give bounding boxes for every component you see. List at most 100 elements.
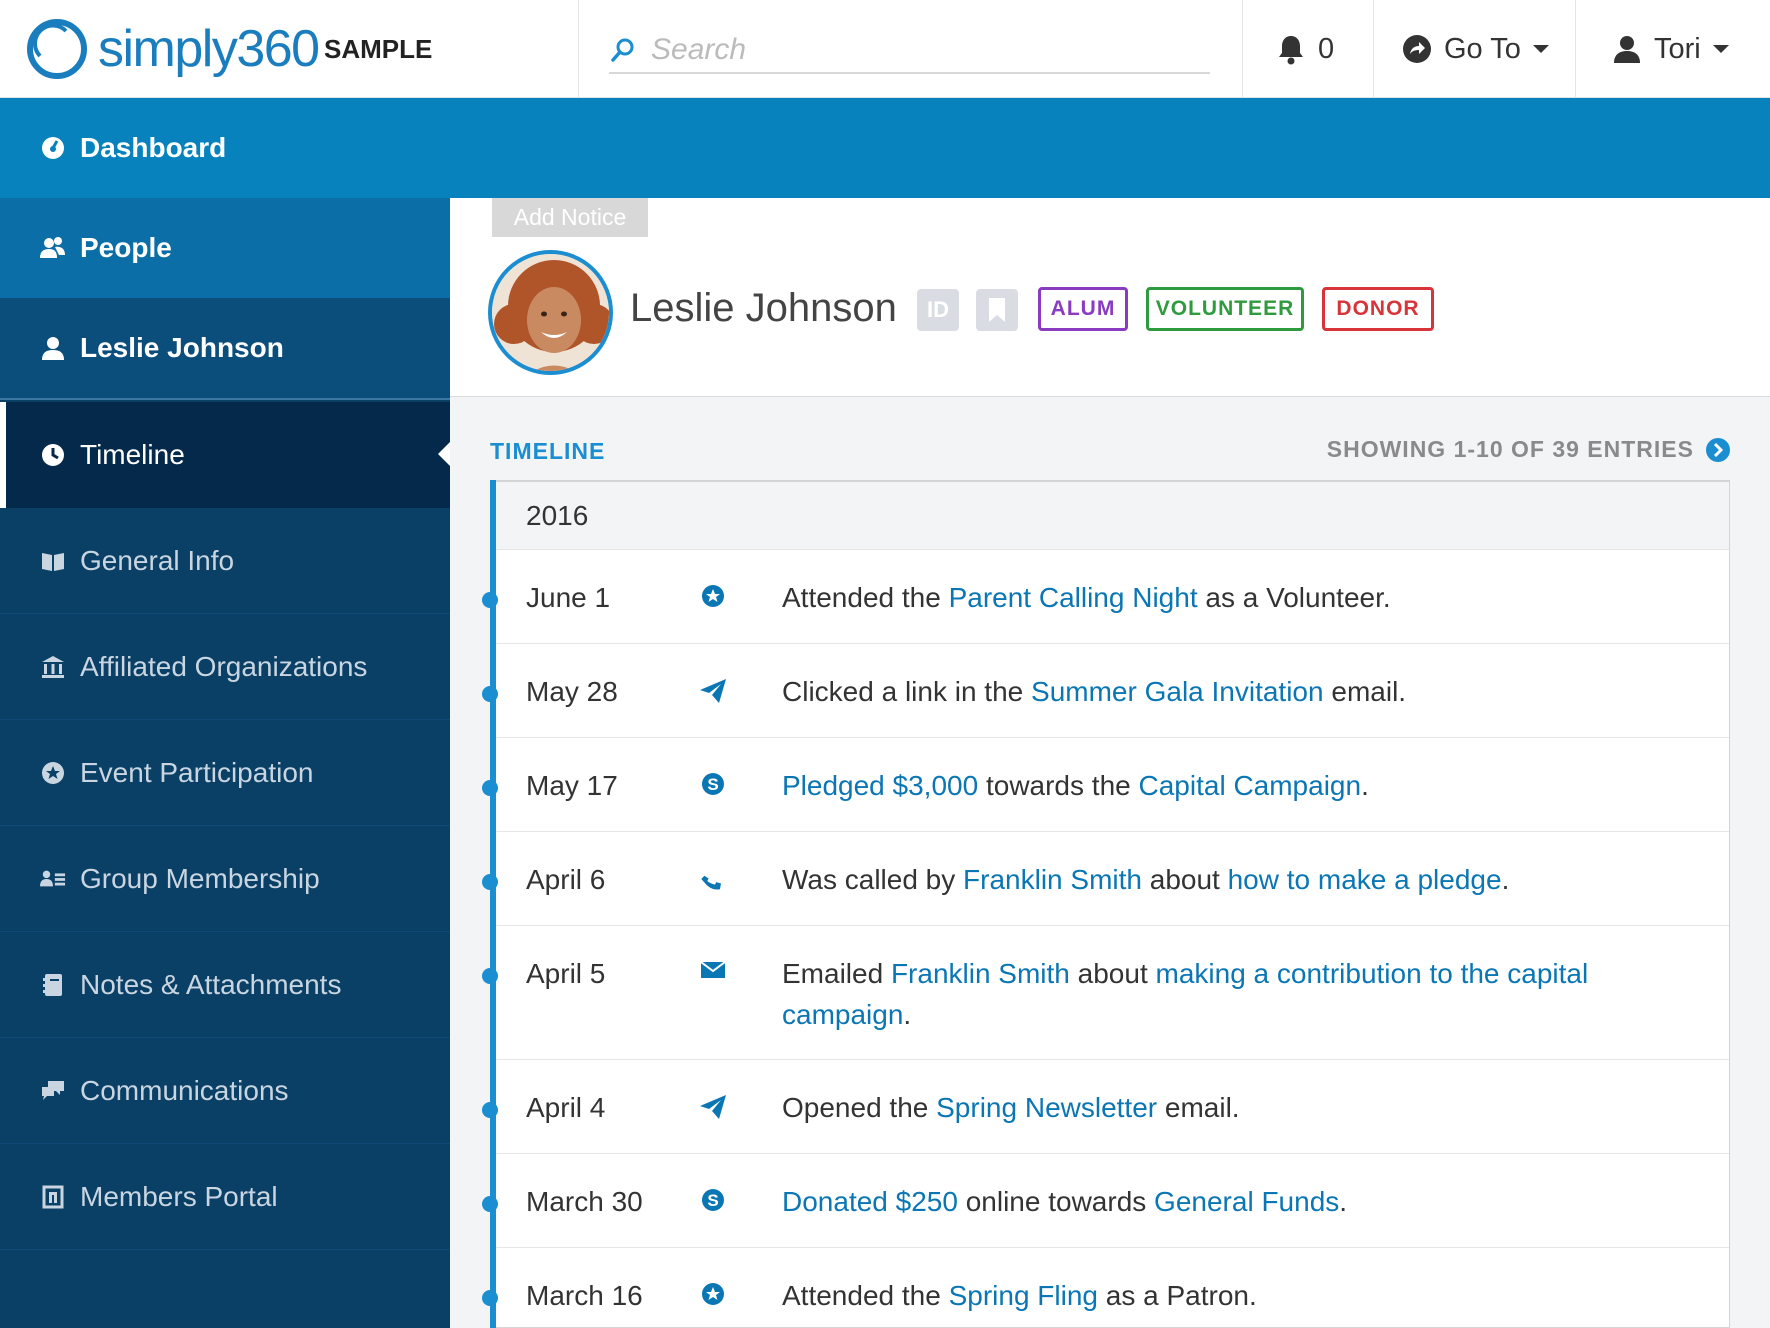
timeline-entry: May 17 S Pledged $3,000 towards the Capita… — [482, 738, 1729, 832]
nav-person[interactable]: Leslie Johnson — [0, 298, 450, 400]
top-bar: simply360 SAMPLE 0 Go To Tori — [0, 0, 1770, 98]
entry-link[interactable]: Pledged $3,000 — [782, 770, 978, 801]
chat-bubbles-icon — [42, 1080, 64, 1100]
group-list-icon — [40, 870, 66, 886]
entry-date: March 30 — [526, 1186, 643, 1217]
bell-icon — [1279, 36, 1303, 65]
nav-event-participation[interactable]: Event Participation — [0, 720, 450, 826]
envelope-icon — [698, 960, 728, 980]
nav-people[interactable]: People — [0, 198, 450, 298]
divider — [1575, 0, 1576, 98]
entry-link[interactable]: Parent Calling Night — [949, 582, 1198, 613]
entry-text: about — [1069, 958, 1156, 989]
entry-description: Clicked a link in the Summer Gala Invita… — [782, 671, 1662, 712]
entry-text: Attended the — [782, 582, 949, 613]
search-box — [609, 28, 1210, 74]
timeline-entry: April 5 Emailed Franklin Smith about maki… — [482, 926, 1729, 1060]
notifications-button[interactable]: 0 — [1276, 0, 1334, 98]
entry-link[interactable]: Spring Newsletter — [936, 1092, 1157, 1123]
nav-dashboard[interactable]: Dashboard — [0, 98, 450, 198]
entry-text: Emailed — [782, 958, 891, 989]
tag-volunteer[interactable]: VOLUNTEER — [1146, 287, 1304, 331]
entry-link[interactable]: General Funds — [1154, 1186, 1339, 1217]
entry-date: April 6 — [526, 864, 606, 895]
entry-text: online towards — [957, 1186, 1155, 1217]
tag-donor[interactable]: DONOR — [1322, 287, 1434, 331]
entry-description: Attended the Parent Calling Night as a V… — [782, 577, 1662, 618]
nav-timeline-label: Timeline — [80, 439, 185, 470]
svg-text:S: S — [707, 1191, 718, 1210]
dollar-icon: S — [698, 772, 728, 796]
entry-link[interactable]: Spring Fling — [949, 1280, 1098, 1311]
goto-menu[interactable]: Go To — [1402, 0, 1549, 98]
app-logo[interactable]: simply360 — [26, 17, 320, 81]
entry-text: Attended the — [782, 1280, 949, 1311]
timeline-entry: April 6 Was called by Franklin Smith abou… — [482, 832, 1729, 926]
tag-alum[interactable]: ALUM — [1038, 287, 1128, 331]
entry-link[interactable]: Franklin Smith — [963, 864, 1142, 895]
entry-description: Pledged $3,000 towards the Capital Campa… — [782, 765, 1662, 806]
notebook-icon — [43, 973, 62, 996]
id-card-icon[interactable]: ID — [917, 289, 959, 331]
nav-timeline[interactable]: Timeline — [0, 402, 450, 508]
nav-communications[interactable]: Communications — [0, 1038, 450, 1144]
next-page-icon[interactable] — [1706, 437, 1730, 462]
timeline-entry: March 16 Attended the Spring Fling as a P… — [482, 1248, 1729, 1328]
nav-list: General Info Affiliated Organizations Ev… — [0, 508, 450, 1250]
entry-text: Clicked a link in the — [782, 676, 1032, 707]
clock-icon — [42, 444, 64, 466]
person-name: Leslie Johnson — [630, 286, 897, 330]
nav-item-label: Notes & Attachments — [80, 968, 342, 1000]
timeline-entry: June 1 Attended the Parent Calling Night … — [482, 550, 1729, 644]
svg-text:S: S — [707, 775, 718, 794]
year-label: 2016 — [526, 499, 589, 531]
bookmark-icon[interactable] — [976, 289, 1018, 331]
paper-plane-icon — [698, 1094, 728, 1120]
entry-text: email. — [1157, 1092, 1240, 1123]
timeline-dot — [482, 780, 498, 796]
entry-description: Attended the Spring Fling as a Patron. — [782, 1275, 1662, 1316]
notifications-count: 0 — [1318, 32, 1335, 65]
entry-date: May 28 — [526, 676, 618, 707]
entry-date: June 1 — [526, 582, 611, 613]
entry-text: Was called by — [782, 864, 964, 895]
nav-general-info[interactable]: General Info — [0, 508, 450, 614]
divider — [1242, 0, 1243, 98]
timeline-entry: April 4 Opened the Spring Newsletter emai… — [482, 1060, 1729, 1154]
divider — [578, 0, 579, 98]
star-circle-icon — [42, 761, 64, 784]
entry-date: April 4 — [526, 1092, 606, 1123]
user-menu[interactable]: Tori — [1612, 0, 1729, 98]
entry-description: Donated $250 online towards General Fund… — [782, 1181, 1662, 1222]
nav-members-portal[interactable]: Members Portal — [0, 1144, 450, 1250]
nav-item-label: Communications — [80, 1074, 289, 1106]
entry-link[interactable]: Capital Campaign — [1139, 770, 1362, 801]
search-input[interactable] — [651, 33, 1191, 67]
entry-link[interactable]: Franklin Smith — [891, 958, 1070, 989]
nav-affiliated-organizations[interactable]: Affiliated Organizations — [0, 614, 450, 720]
avatar — [488, 250, 613, 375]
entry-description: Emailed Franklin Smith about making a co… — [782, 953, 1662, 1035]
entry-link[interactable]: how to make a pledge — [1228, 864, 1502, 895]
people-icon — [40, 237, 65, 258]
nav-item-label: Members Portal — [80, 1180, 278, 1212]
entry-text: . — [1361, 770, 1369, 801]
nav-group-membership[interactable]: Group Membership — [0, 826, 450, 932]
dashboard-gauge-icon — [42, 137, 64, 159]
timeline-dot — [482, 1102, 498, 1118]
entry-description: Opened the Spring Newsletter email. — [782, 1087, 1662, 1128]
nav-notes-attachments[interactable]: Notes & Attachments — [0, 932, 450, 1038]
year-header: 2016 — [496, 482, 1729, 550]
nav-people-label: People — [80, 232, 172, 263]
entry-text: as a Volunteer. — [1197, 582, 1391, 613]
user-icon — [42, 337, 64, 360]
goto-label: Go To — [1444, 32, 1521, 65]
entry-link[interactable]: Summer Gala Invitation — [1031, 676, 1324, 707]
portal-icon — [42, 1185, 64, 1208]
logo-text: simply360 — [98, 20, 320, 78]
nav-person-label: Leslie Johnson — [80, 332, 284, 363]
entry-link[interactable]: Donated $250 — [782, 1186, 958, 1217]
bank-icon — [42, 655, 64, 678]
chevron-down-icon — [1532, 45, 1549, 53]
add-notice-button[interactable]: Add Notice — [492, 198, 648, 237]
